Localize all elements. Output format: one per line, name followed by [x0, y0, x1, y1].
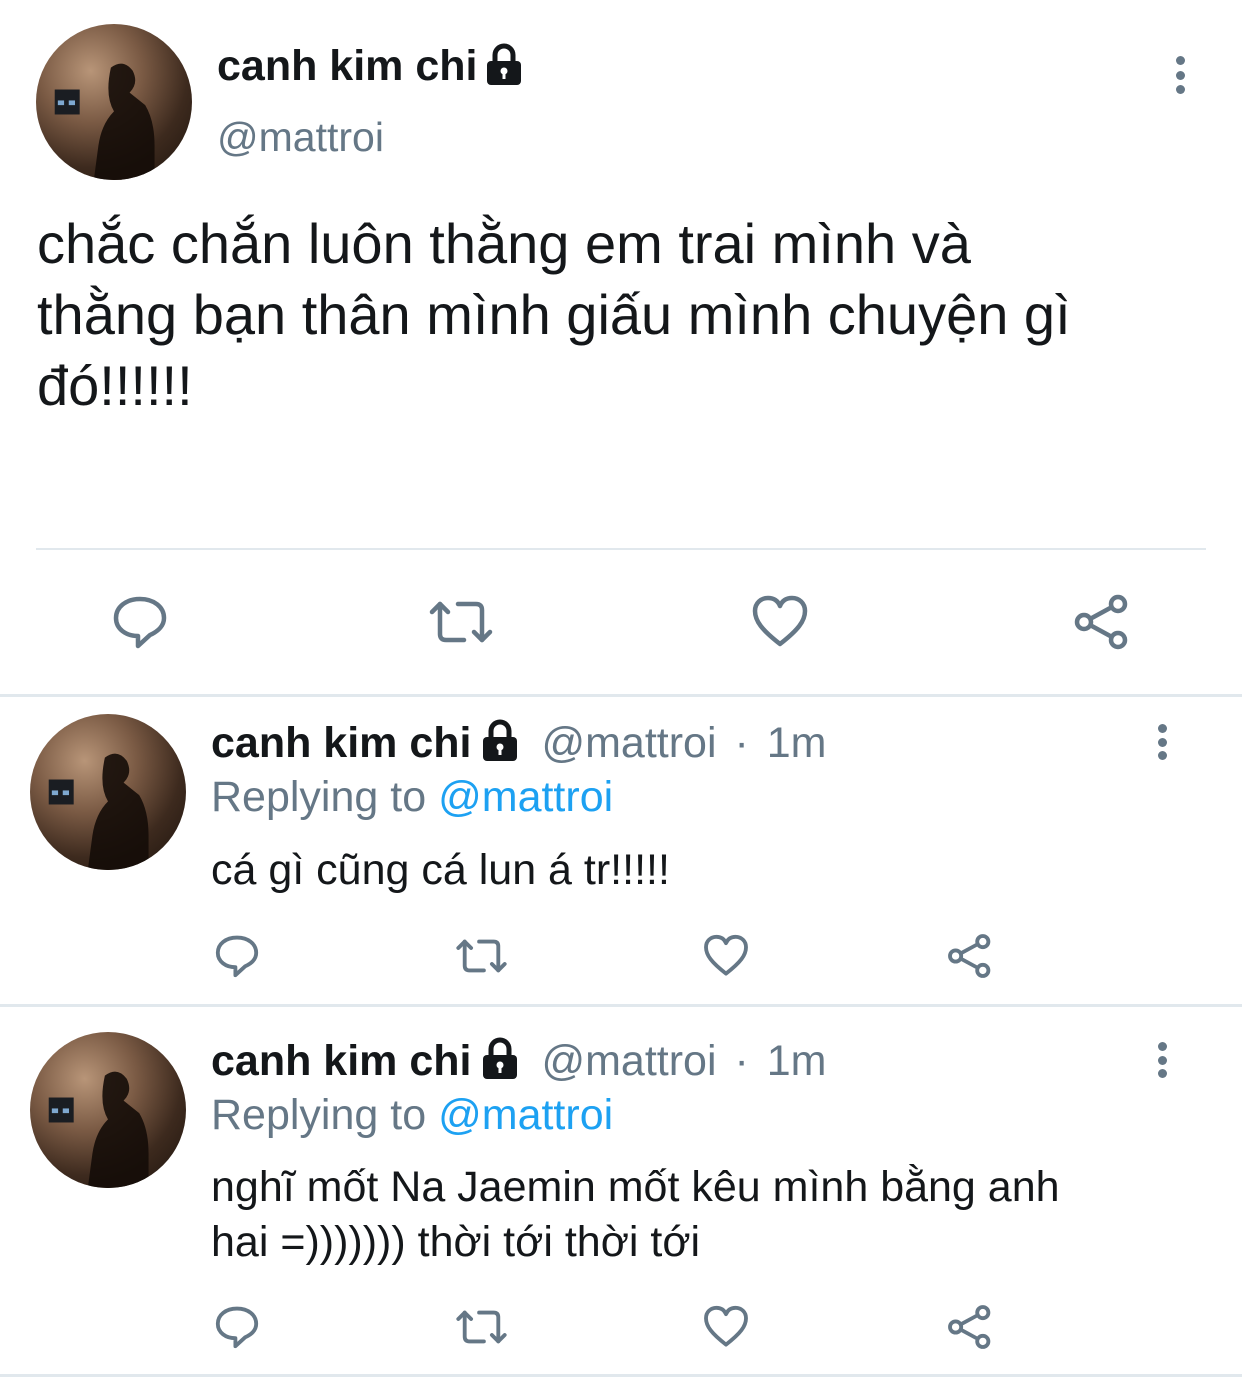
replying-to-link[interactable]: @mattroi	[438, 1091, 613, 1139]
heart-icon[interactable]	[750, 592, 810, 652]
more-vertical-icon[interactable]	[1174, 56, 1186, 94]
timestamp[interactable]: 1m	[767, 1037, 827, 1085]
lock-icon	[483, 1037, 518, 1079]
replying-to: Replying to @mattroi	[211, 770, 613, 824]
tweet-text: chắc chắn luôn thằng em trai mình và thằ…	[37, 208, 1071, 421]
reply-icon[interactable]	[110, 592, 170, 652]
heart-icon[interactable]	[702, 1303, 750, 1351]
replying-to-label: Replying to	[211, 773, 427, 821]
username-handle[interactable]: @mattroi	[541, 1037, 716, 1085]
retweet-icon[interactable]	[455, 932, 508, 980]
share-icon[interactable]	[946, 932, 994, 980]
heart-icon[interactable]	[702, 932, 750, 980]
avatar[interactable]	[36, 24, 192, 180]
username-handle[interactable]: @mattroi	[217, 112, 384, 162]
reply-header: canh kim chi @mattroi · 1m	[211, 1034, 826, 1088]
tweet-text-line: thằng bạn thân mình giấu mình chuyện gì	[37, 283, 1071, 346]
lock-icon	[483, 719, 518, 761]
more-vertical-icon[interactable]	[1156, 1042, 1168, 1078]
username-handle[interactable]: @mattroi	[541, 719, 716, 767]
separator-dot: ·	[734, 719, 749, 767]
reply-icon[interactable]	[213, 932, 261, 980]
replying-to-label: Replying to	[211, 1091, 427, 1139]
tweet-text-line: chắc chắn luôn thằng em trai mình và	[37, 212, 971, 275]
tweet-text-line: đó!!!!!!	[37, 354, 193, 417]
share-icon[interactable]	[1072, 592, 1132, 652]
display-name[interactable]: canh kim chi	[217, 40, 525, 92]
replying-to: Replying to @mattroi	[211, 1088, 613, 1142]
timestamp[interactable]: 1m	[767, 719, 827, 767]
retweet-icon[interactable]	[428, 592, 494, 652]
display-name[interactable]: canh kim chi	[211, 719, 471, 767]
reply-text-line: cá gì cũng cá lun á tr!!!!!	[211, 846, 670, 894]
display-name[interactable]: canh kim chi	[211, 1037, 471, 1085]
reply-text: nghĩ mốt Na Jaemin mốt kêu mình bằng anh…	[211, 1160, 1060, 1270]
retweet-icon[interactable]	[455, 1303, 508, 1351]
divider	[0, 694, 1242, 697]
display-name-text: canh kim chi	[217, 42, 478, 90]
divider	[36, 548, 1206, 550]
avatar[interactable]	[30, 714, 186, 870]
reply-header: canh kim chi @mattroi · 1m	[211, 716, 826, 770]
reply-text-line: hai =))))))) thời tới thời tới	[211, 1218, 701, 1266]
reply-text: cá gì cũng cá lun á tr!!!!!	[211, 842, 670, 898]
share-icon[interactable]	[946, 1303, 994, 1351]
replying-to-link[interactable]: @mattroi	[438, 773, 613, 821]
reply-text-line: nghĩ mốt Na Jaemin mốt kêu mình bằng anh	[211, 1163, 1060, 1211]
reply-icon[interactable]	[213, 1303, 261, 1351]
divider	[0, 1004, 1242, 1007]
lock-icon	[487, 43, 522, 85]
separator-dot: ·	[734, 1037, 749, 1085]
avatar[interactable]	[30, 1032, 186, 1188]
divider	[0, 1374, 1242, 1377]
more-vertical-icon[interactable]	[1156, 724, 1168, 760]
